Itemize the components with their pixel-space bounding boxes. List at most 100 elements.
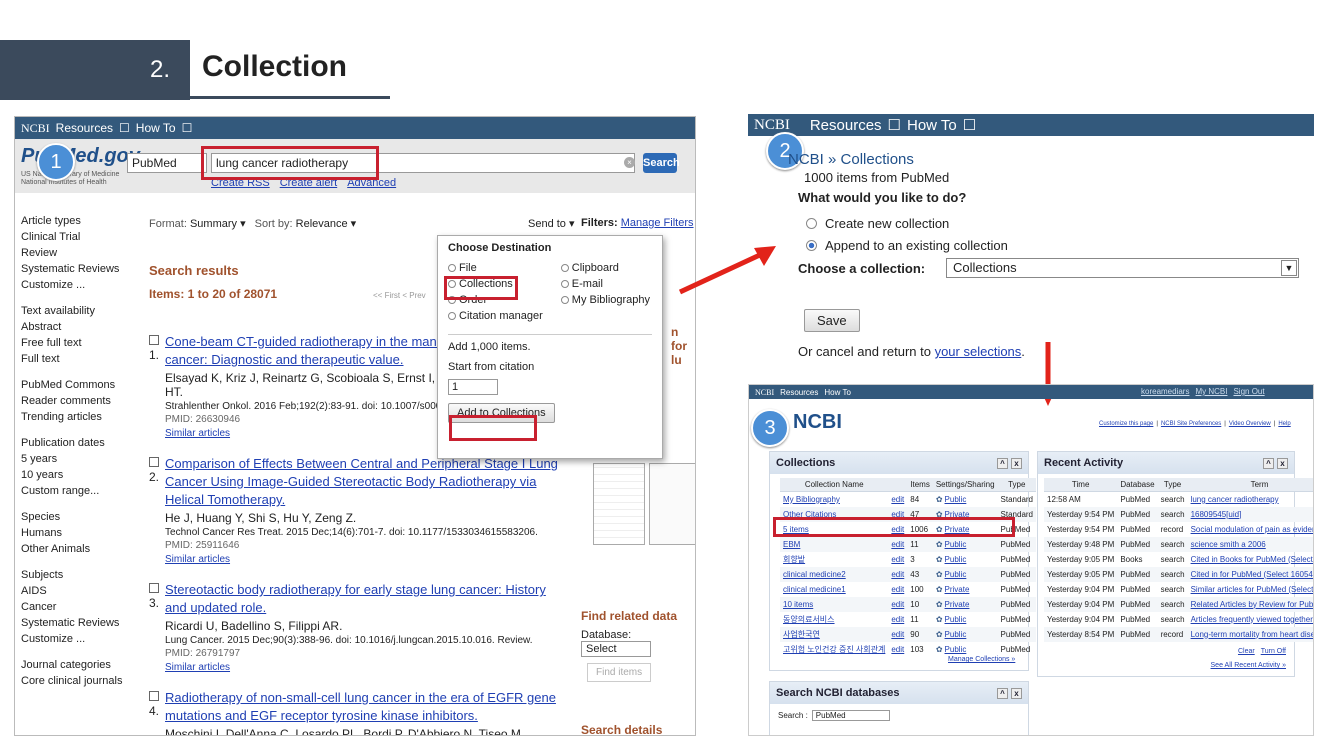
- username-link[interactable]: koreamediars: [1141, 387, 1189, 396]
- sharing-link[interactable]: Public: [945, 630, 967, 639]
- site-preferences-link[interactable]: NCBI Site Preferences: [1161, 421, 1221, 427]
- destination-option[interactable]: File: [448, 260, 543, 276]
- edit-link[interactable]: edit: [891, 585, 904, 594]
- ncbi-logo[interactable]: NCBI: [754, 117, 790, 134]
- sidebar-filter-item[interactable]: Clinical Trial: [21, 229, 131, 245]
- activity-term-link[interactable]: Related Articles by Review for PubM...: [1191, 600, 1313, 609]
- sharing-link[interactable]: Public: [945, 570, 967, 579]
- see-all-activity-link[interactable]: See All Recent Activity »: [1211, 662, 1286, 669]
- clear-icon[interactable]: ×: [624, 157, 635, 168]
- similar-articles-link[interactable]: Similar articles: [165, 662, 230, 673]
- sidebar-filter-item[interactable]: Cancer: [21, 599, 131, 615]
- destination-option[interactable]: E-mail: [560, 276, 650, 292]
- sharing-link[interactable]: Public: [945, 615, 967, 624]
- sign-out-link[interactable]: Sign Out: [1233, 387, 1264, 396]
- sharing-link[interactable]: Public: [945, 555, 967, 564]
- customize-page-link[interactable]: Customize this page: [1099, 421, 1153, 427]
- result-checkbox[interactable]: [149, 691, 159, 701]
- edit-link[interactable]: edit: [891, 615, 904, 624]
- clear-link[interactable]: Clear: [1238, 648, 1255, 655]
- destination-option[interactable]: Citation manager: [448, 308, 543, 324]
- sharing-link[interactable]: Public: [945, 645, 967, 654]
- minimize-icon[interactable]: ^: [997, 458, 1008, 469]
- close-icon[interactable]: x: [1277, 458, 1288, 469]
- start-input[interactable]: 1: [448, 379, 498, 395]
- option-create-new[interactable]: Create new collection: [806, 216, 949, 231]
- edit-link[interactable]: edit: [891, 570, 904, 579]
- sidebar-filter-item[interactable]: Abstract: [21, 319, 131, 335]
- sidebar-filter-item[interactable]: Humans: [21, 525, 131, 541]
- similar-articles-link[interactable]: Similar articles: [165, 428, 230, 439]
- format-dropdown[interactable]: Summary: [190, 218, 237, 230]
- video-overview-link[interactable]: Video Overview: [1229, 421, 1271, 427]
- ncbi-logo[interactable]: NCBI: [21, 121, 50, 136]
- collection-name-link[interactable]: 10 items: [783, 600, 813, 609]
- howto-menu[interactable]: How To: [136, 121, 176, 135]
- activity-term-link[interactable]: Similar articles for PubMed (Select...: [1191, 585, 1313, 594]
- my-ncbi-link[interactable]: My NCBI: [1195, 387, 1227, 396]
- collection-name-link[interactable]: clinical medicine1: [783, 585, 846, 594]
- ncbi-logo[interactable]: NCBI: [755, 388, 774, 397]
- option-append[interactable]: Append to an existing collection: [806, 238, 1008, 253]
- collection-name-link[interactable]: 회향밭: [783, 555, 805, 564]
- sidebar-filter-item[interactable]: Trending articles: [21, 409, 131, 425]
- activity-term-link[interactable]: Long-term mortality from heart dise...: [1191, 630, 1313, 639]
- manage-filters-link[interactable]: Manage Filters: [621, 217, 694, 229]
- close-icon[interactable]: x: [1011, 688, 1022, 699]
- sidebar-filter-item[interactable]: Systematic Reviews: [21, 615, 131, 631]
- sidebar-filter-item[interactable]: Systematic Reviews: [21, 261, 131, 277]
- sidebar-filter-item[interactable]: Core clinical journals: [21, 673, 131, 689]
- collection-name-link[interactable]: EBM: [783, 540, 800, 549]
- sharing-link[interactable]: Public: [945, 495, 967, 504]
- search-db-select[interactable]: PubMed: [811, 710, 890, 721]
- minimize-icon[interactable]: ^: [1263, 458, 1274, 469]
- pager-first-prev[interactable]: << First < Prev: [373, 291, 426, 300]
- sidebar-filter-item[interactable]: Customize ...: [21, 277, 131, 293]
- destination-option[interactable]: My Bibliography: [560, 292, 650, 308]
- send-to-menu[interactable]: Send to ▾: [528, 217, 575, 230]
- destination-option[interactable]: Clipboard: [560, 260, 650, 276]
- sharing-link[interactable]: Private: [945, 600, 970, 609]
- turn-off-link[interactable]: Turn Off: [1261, 648, 1286, 655]
- collection-select[interactable]: Collections ▼: [946, 258, 1299, 278]
- sidebar-filter-item[interactable]: Full text: [21, 351, 131, 367]
- manage-collections-link[interactable]: Manage Collections »: [948, 656, 1015, 663]
- result-checkbox[interactable]: [149, 457, 159, 467]
- sidebar-filter-item[interactable]: Reader comments: [21, 393, 131, 409]
- result-title-link[interactable]: Radiotherapy of non-small-cell lung canc…: [165, 689, 559, 725]
- similar-articles-link[interactable]: Similar articles: [165, 554, 230, 565]
- result-title-link[interactable]: Comparison of Effects Between Central an…: [165, 455, 559, 509]
- db-select[interactable]: PubMed: [127, 153, 207, 173]
- collection-name-link[interactable]: 고위험 노인건강 증진 사회관계: [783, 645, 885, 654]
- resources-menu[interactable]: Resources: [810, 117, 882, 134]
- activity-term-link[interactable]: Cited in for PubMed (Select 1605456...: [1191, 570, 1313, 579]
- edit-link[interactable]: edit: [891, 540, 904, 549]
- close-icon[interactable]: x: [1011, 458, 1022, 469]
- your-selections-link[interactable]: your selections: [935, 344, 1022, 359]
- activity-term-link[interactable]: lung cancer radiotherapy: [1191, 495, 1279, 504]
- resources-menu[interactable]: Resources: [780, 388, 818, 397]
- sidebar-filter-item[interactable]: Other Animals: [21, 541, 131, 557]
- edit-link[interactable]: edit: [891, 495, 904, 504]
- activity-term-link[interactable]: Cited in Books for PubMed (Select 1...: [1191, 555, 1313, 564]
- search-button[interactable]: Search: [643, 153, 680, 173]
- collection-name-link[interactable]: 동양의료서비스: [783, 615, 835, 624]
- help-link[interactable]: Help: [1278, 421, 1290, 427]
- sort-dropdown[interactable]: Relevance: [296, 218, 348, 230]
- sidebar-filter-item[interactable]: Review: [21, 245, 131, 261]
- howto-menu[interactable]: How To: [907, 117, 957, 134]
- edit-link[interactable]: edit: [891, 555, 904, 564]
- result-title-link[interactable]: Stereotactic body radiotherapy for early…: [165, 581, 559, 617]
- collection-name-link[interactable]: My Bibliography: [783, 495, 840, 504]
- database-select[interactable]: Select: [581, 641, 651, 657]
- activity-term-link[interactable]: Social modulation of pain as eviden...: [1191, 525, 1313, 534]
- result-checkbox[interactable]: [149, 335, 159, 345]
- activity-term-link[interactable]: science smith a 2006: [1191, 540, 1266, 549]
- sidebar-filter-item[interactable]: 5 years: [21, 451, 131, 467]
- edit-link[interactable]: edit: [891, 630, 904, 639]
- find-items-button[interactable]: Find items: [587, 663, 652, 682]
- activity-term-link[interactable]: Articles frequently viewed together...: [1191, 615, 1313, 624]
- sharing-link[interactable]: Private: [945, 585, 970, 594]
- sidebar-filter-item[interactable]: 10 years: [21, 467, 131, 483]
- result-checkbox[interactable]: [149, 583, 159, 593]
